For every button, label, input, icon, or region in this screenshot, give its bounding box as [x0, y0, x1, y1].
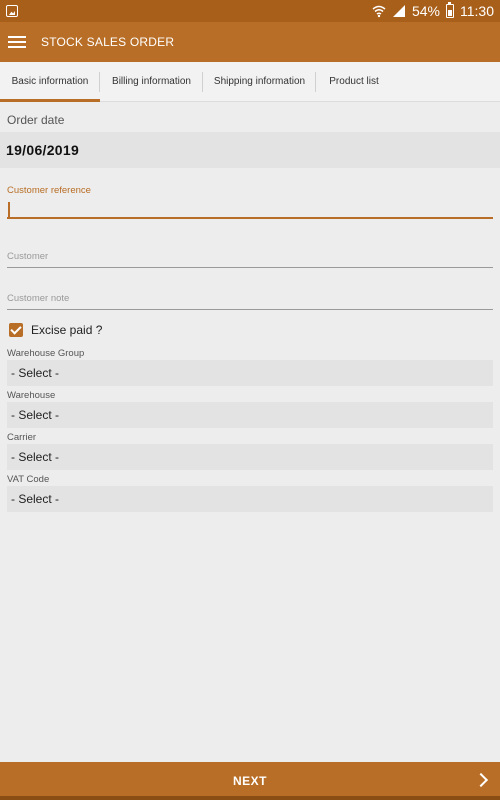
vat-code-select[interactable]: - Select -	[7, 486, 493, 512]
battery-percent: 54%	[411, 3, 440, 19]
tab-shipping-information[interactable]: Shipping information	[203, 62, 316, 102]
tab-basic-information[interactable]: Basic information	[0, 62, 100, 102]
chevron-right-icon	[473, 772, 489, 788]
carrier-label: Carrier	[7, 432, 37, 443]
warehouse-select[interactable]: - Select -	[7, 402, 493, 428]
order-date-field[interactable]: 19/06/2019	[0, 132, 500, 168]
warehouse-group-value: - Select -	[11, 366, 60, 380]
customer-note-label: Customer note	[7, 293, 70, 304]
app-title: STOCK SALES ORDER	[41, 35, 175, 49]
status-bar: 54% 11:30	[0, 0, 500, 22]
customer-label: Customer	[7, 251, 49, 262]
wifi-icon	[372, 5, 386, 18]
next-button[interactable]: NEXT	[0, 762, 500, 800]
warehouse-group-select[interactable]: - Select -	[7, 360, 493, 386]
excise-paid-row[interactable]: Excise paid ?	[9, 323, 102, 337]
order-date-value: 19/06/2019	[6, 142, 80, 158]
text-cursor	[8, 202, 10, 218]
battery-icon	[446, 2, 454, 18]
app-bar: STOCK SALES ORDER	[0, 22, 500, 62]
next-label: NEXT	[232, 774, 267, 788]
hamburger-menu-icon[interactable]	[8, 36, 26, 48]
warehouse-label: Warehouse	[7, 390, 56, 401]
bottom-edge-strip	[0, 796, 500, 800]
customer-note-field[interactable]: Customer note	[7, 293, 493, 313]
excise-paid-checkbox[interactable]	[9, 323, 23, 337]
customer-underline	[7, 267, 493, 268]
customer-reference-label: Customer reference	[7, 185, 91, 196]
clock: 11:30	[460, 3, 494, 19]
carrier-select[interactable]: - Select -	[7, 444, 493, 470]
excise-paid-label: Excise paid ?	[31, 323, 103, 337]
vat-code-value: - Select -	[11, 492, 60, 506]
order-date-label: Order date	[7, 113, 65, 127]
gallery-notification-icon	[6, 5, 18, 17]
customer-reference-field[interactable]: Customer reference	[7, 185, 493, 221]
customer-note-underline	[7, 309, 493, 310]
tab-billing-information[interactable]: Billing information	[100, 62, 203, 102]
warehouse-value: - Select -	[11, 408, 60, 422]
customer-field[interactable]: Customer	[7, 251, 493, 271]
warehouse-group-label: Warehouse Group	[7, 348, 85, 359]
vat-code-label: VAT Code	[7, 474, 50, 485]
status-bar-right: 54% 11:30	[372, 0, 494, 22]
carrier-value: - Select -	[11, 450, 60, 464]
tab-product-list[interactable]: Product list	[316, 62, 392, 102]
signal-icon	[392, 5, 405, 17]
customer-reference-underline	[7, 217, 493, 219]
tab-bar: Basic information Billing information Sh…	[0, 62, 500, 102]
